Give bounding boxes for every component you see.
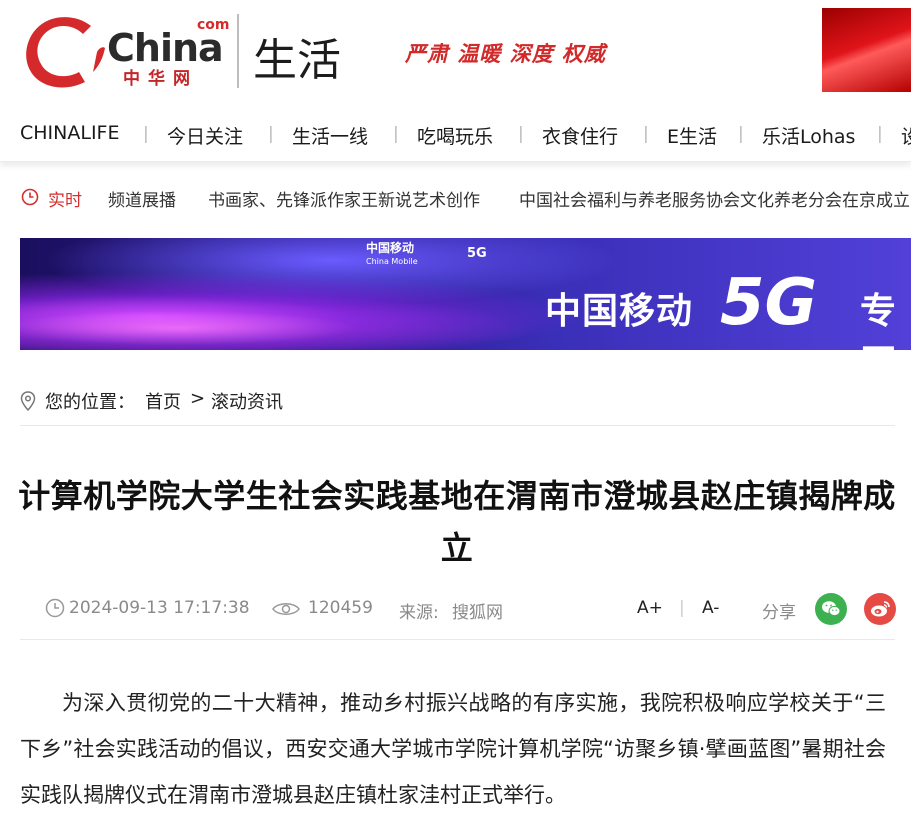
font-decrease-button[interactable]: A- — [702, 598, 719, 618]
nav-separator: | — [393, 124, 399, 144]
banner-brand: 中国移动 China Mobile — [366, 242, 418, 268]
logo-chinese: 中华网 — [123, 69, 198, 89]
breadcrumb-separator: > — [190, 388, 206, 409]
weibo-share-button[interactable] — [864, 593, 896, 625]
wechat-icon — [822, 601, 841, 617]
clock-icon — [45, 598, 65, 618]
nav-item-today[interactable]: 今日关注 — [167, 122, 243, 149]
banner-5g-text: 5G — [720, 266, 818, 340]
ticker-label: 实时 — [48, 191, 82, 211]
nav-item-chinalife[interactable]: CHINALIFE — [20, 122, 120, 144]
source-name: 搜狐网 — [452, 603, 503, 623]
nav-item-e-life[interactable]: E生活 — [667, 122, 717, 149]
nav-separator: | — [143, 124, 149, 144]
nav-item-more[interactable]: 设 — [901, 122, 911, 149]
banner-glow — [20, 293, 540, 350]
realtime-ticker: 实时 频道展播 书画家、先锋派作家王新说艺术创作 中国社会福利与养老服务协会文化… — [0, 162, 911, 228]
nav-separator: | — [877, 124, 883, 144]
nav-separator: | — [518, 124, 524, 144]
font-size-separator: | — [679, 598, 685, 618]
article-body: 为深入贯彻党的二十大精神，推动乡村振兴战略的有序实施，我院积极响应学校关于“三下… — [20, 680, 886, 818]
breadcrumb-prefix: 您的位置： — [45, 392, 135, 413]
publish-date: 2024-09-13 17:17:38 — [69, 598, 250, 618]
nav-item-frontline[interactable]: 生活一线 — [292, 122, 368, 149]
channel-title[interactable]: 生活 — [253, 24, 341, 88]
article-title: 计算机学院大学生社会实践基地在渭南市澄城县赵庄镇揭牌成立 — [18, 477, 896, 567]
ticker-news-item[interactable]: 书画家、先锋派作家王新说艺术创作 — [208, 186, 480, 211]
location-pin-icon — [20, 391, 36, 411]
nav-separator: | — [643, 124, 649, 144]
eye-icon — [272, 603, 300, 615]
nav-separator: | — [738, 124, 744, 144]
main-nav: CHINALIFE | 今日关注 | 生活一线 | 吃喝玩乐 | 衣食住行 | … — [0, 104, 911, 162]
china-mobile-5g-banner[interactable]: 中国移动 China Mobile 5G 中国移动 5G 专区 — [20, 238, 911, 350]
breadcrumb-current-link[interactable]: 滚动资讯 — [211, 388, 283, 414]
banner-title: 中国移动 — [545, 291, 694, 332]
china-com-logo[interactable]: China com 中华网 — [19, 12, 230, 92]
header-divider — [237, 14, 239, 88]
logo-swoosh-icon — [26, 17, 105, 88]
nav-item-food-fun[interactable]: 吃喝玩乐 — [417, 122, 493, 149]
banner-brand-en: China Mobile — [366, 257, 418, 266]
source-label: 来源: — [399, 603, 439, 623]
header-slogan: 严肃 温暖 深度 权威 — [405, 41, 606, 66]
banner-5g-badge: 5G — [467, 246, 487, 261]
header-ad-banner[interactable] — [822, 8, 911, 92]
weibo-icon — [871, 601, 890, 617]
article-paragraph: 为深入贯彻党的二十大精神，推动乡村振兴战略的有序实施，我院积极响应学校关于“三下… — [20, 691, 886, 807]
nav-item-living[interactable]: 衣食住行 — [542, 122, 618, 149]
article-meta: 2024-09-13 17:17:38 120459 来源: 搜狐网 A+ | … — [20, 590, 896, 640]
wechat-share-button[interactable] — [815, 593, 847, 625]
ticker-news-item[interactable]: 中国社会福利与养老服务协会文化养老分会在京成立 — [519, 186, 910, 211]
view-count: 120459 — [308, 598, 373, 618]
breadcrumb: 您的位置： 首页 > 滚动资讯 — [20, 388, 895, 426]
clock-icon — [21, 188, 39, 206]
nav-item-lohas[interactable]: 乐活Lohas — [762, 122, 855, 149]
ticker-channel-link[interactable]: 频道展播 — [108, 186, 176, 211]
site-header: China com 中华网 生活 严肃 温暖 深度 权威 — [0, 0, 911, 104]
nav-separator: | — [268, 124, 274, 144]
share-label: 分享 — [762, 603, 796, 623]
logo-com: com — [197, 17, 230, 33]
banner-brand-cn: 中国移动 — [366, 241, 415, 255]
banner-zone-text: 专区 — [860, 291, 897, 350]
font-increase-button[interactable]: A+ — [637, 598, 663, 618]
breadcrumb-home-link[interactable]: 首页 — [145, 388, 181, 414]
